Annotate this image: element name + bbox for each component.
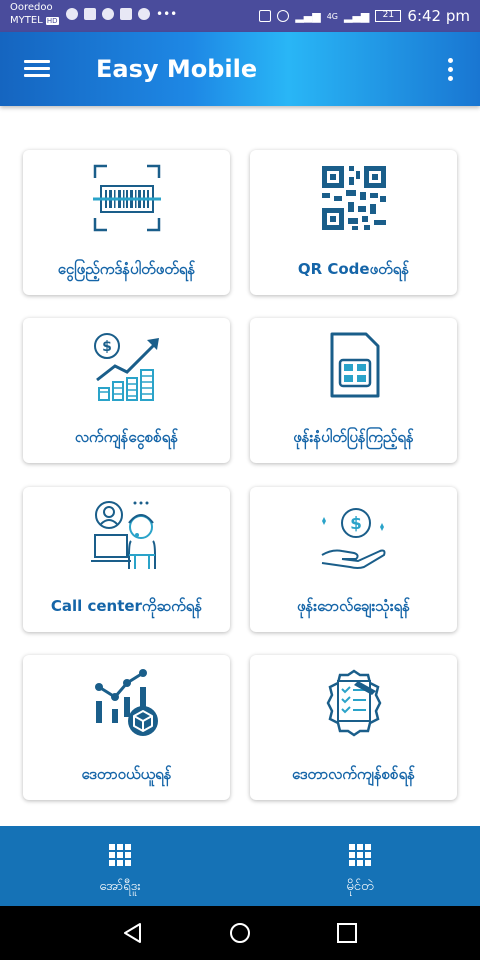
barcode-scan-icon: [93, 164, 161, 232]
bottom-nav-label: မိုင်တဲ: [346, 879, 374, 894]
card-label: ဒေတာလက်ကျန်စစ်ရန်: [292, 765, 415, 783]
card-call-center[interactable]: Call centerကိုဆက်ရန်: [23, 487, 230, 632]
clock: 6:42 pm: [407, 7, 470, 25]
card-scan-qr-code[interactable]: QR Codeဖတ်ရန်: [250, 150, 457, 295]
system-nav-bar: [0, 906, 480, 960]
card-label: ငွေဖြည့်ကဒ်နံပါတ်ဖတ်ရန်: [57, 260, 196, 278]
bottom-nav-mytel[interactable]: မိုင်တဲ: [240, 826, 480, 906]
app-title: Easy Mobile: [96, 55, 258, 83]
grid-icon: [109, 844, 131, 866]
card-label: QR Codeဖတ်ရန်: [297, 260, 410, 278]
home-icon[interactable]: [229, 922, 251, 944]
bottom-nav: အော်ရီဒူး မိုင်တဲ: [0, 826, 480, 906]
messenger-icon: [102, 8, 114, 20]
sim-card-icon: [330, 332, 380, 398]
grid-icon: [349, 844, 371, 866]
card-label: လက်ကျန်ငွေစစ်ရန်: [74, 428, 179, 446]
viber-icon: [138, 8, 150, 20]
signal-icon: ▂▄▆: [295, 9, 321, 23]
carrier-2: MYTEL: [10, 15, 43, 26]
card-label: ဖုန်းဘေလ်ချေးသုံးရန်: [296, 597, 411, 615]
call-center-icon: [91, 501, 156, 569]
svg-text:$: $: [102, 339, 112, 355]
hd-badge: HD: [45, 17, 59, 25]
app-bar: Easy Mobile: [0, 32, 480, 106]
svg-text:$: $: [350, 514, 362, 534]
card-label: ဖုန်းနံပါတ်ပြန်ကြည့်ရန်: [293, 428, 414, 446]
carrier-1: Ooredoo: [10, 2, 53, 13]
menu-icon[interactable]: [24, 60, 50, 78]
mail-icon: [84, 8, 96, 20]
battery-icon: 21: [375, 10, 402, 22]
balance-chart-icon: $: [94, 333, 159, 401]
card-buy-data[interactable]: ဒေတာဝယ်ယူရန်: [23, 655, 230, 800]
data-package-icon: [95, 669, 158, 736]
signal-icon-2: ▂▄▆: [344, 9, 370, 23]
checkmark-icon: [120, 8, 132, 20]
card-view-phone-number[interactable]: ဖုန်းနံပါတ်ပြန်ကြည့်ရန်: [250, 318, 457, 463]
card-scan-topup-code[interactable]: ငွေဖြည့်ကဒ်နံပါတ်ဖတ်ရန်: [23, 150, 230, 295]
network-type: 4G: [326, 11, 339, 21]
back-icon[interactable]: [122, 922, 144, 944]
overflow-icon: •••: [156, 7, 178, 21]
alarm-icon: [277, 10, 290, 22]
shield-icon: [66, 8, 78, 20]
card-check-data-balance[interactable]: ဒေတာလက်ကျန်စစ်ရန်: [250, 655, 457, 800]
status-bar: Ooredoo MYTEL HD ••• ▂▄▆ 4G ▂▄▆ 21 6:42 …: [0, 0, 480, 32]
card-label: ဒေတာဝယ်ယူရန်: [81, 765, 172, 783]
data-check-icon: [326, 669, 382, 737]
vibrate-icon: [259, 10, 272, 22]
loan-money-icon: $: [321, 508, 386, 569]
card-borrow-balance[interactable]: $ ဖုန်းဘေလ်ချေးသုံးရန်: [250, 487, 457, 632]
more-options-icon[interactable]: [448, 58, 454, 81]
card-check-balance[interactable]: $ လက်ကျန်ငွေစစ်ရန်: [23, 318, 230, 463]
qr-code-icon: [322, 166, 386, 230]
carrier-info: Ooredoo MYTEL HD: [10, 1, 59, 28]
card-label: Call centerကိုဆက်ရန်: [50, 597, 203, 615]
bottom-nav-label: အော်ရီဒူး: [99, 879, 141, 894]
notification-icons: •••: [66, 8, 177, 20]
bottom-nav-ooredoo[interactable]: အော်ရီဒူး: [0, 826, 240, 906]
recent-apps-icon[interactable]: [336, 922, 358, 944]
